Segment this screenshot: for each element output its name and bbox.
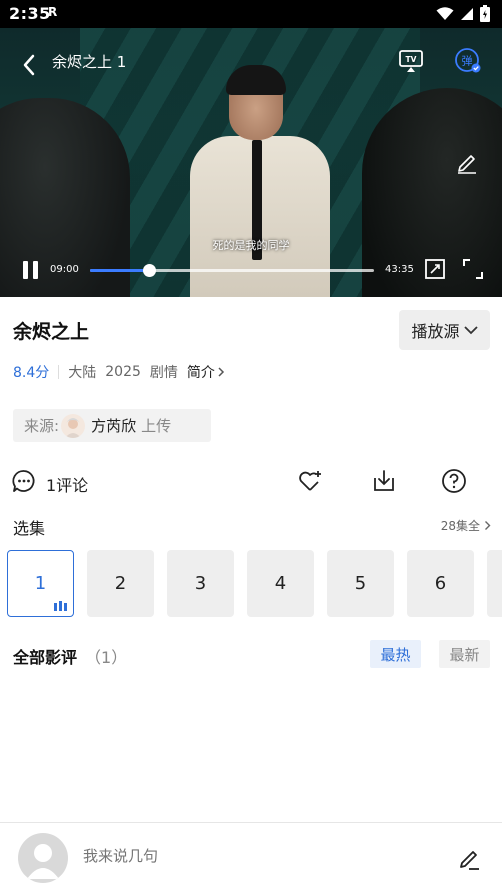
sort-new-button[interactable]: 最新 [439,640,490,668]
episode-label: 6 [434,573,447,594]
episode-label: 3 [194,573,207,594]
reviews-title-label: 全部影评 [13,648,78,667]
chevron-down-icon [463,326,478,335]
pencil-icon [458,155,476,174]
meta-divider [58,365,60,379]
chevron-right-icon [218,367,224,377]
episode-label: 4 [274,573,287,594]
status-icons [436,5,490,22]
seek-bar-progress [90,269,149,272]
favorite-button[interactable] [297,468,323,494]
help-button[interactable] [441,468,467,494]
seek-bar[interactable] [90,264,374,277]
comment-button[interactable] [12,469,36,493]
danmu-label: 弹 [462,54,473,68]
battery-icon [480,5,490,22]
danmu-edit-button[interactable] [455,150,479,174]
playback-controls: 09:00 43:35 [0,256,502,284]
reviews-count: （1） [85,648,128,667]
intro-label: 简介 [186,365,215,381]
danmu-icon: 弹 [455,48,481,73]
pip-icon [425,259,445,279]
episode-item-overflow[interactable] [487,550,502,617]
uploader-name: 方芮欣 [91,417,137,435]
show-title: 余烬之上 [13,321,90,343]
rating: 8.4分 [13,365,50,381]
episode-item[interactable]: 4 [247,550,314,617]
user-avatar[interactable] [18,833,68,883]
comment-icon [12,470,35,492]
play-source-button[interactable]: 播放源 [399,310,490,350]
region: 大陆 [68,365,97,381]
playing-indicator-icon [54,601,67,611]
video-top-bar: 余烬之上 1 TV 弹 [0,28,502,92]
default-avatar-icon [27,844,59,879]
video-title: 余烬之上 1 [52,53,127,71]
episodes-all-label: 28集全 [440,519,480,533]
pause-icon-bar [23,261,28,279]
tv-label: TV [406,55,417,64]
download-icon [374,470,394,491]
comment-count[interactable]: 1评论 [46,472,88,496]
intro-link[interactable]: 简介 [187,362,225,382]
genre: 剧情 [149,365,178,381]
compose-button[interactable] [456,845,482,871]
video-subtitle: 死的是我的同学 [212,239,290,252]
uploader-tag[interactable]: 来源: 方芮欣 上传 [13,409,211,442]
episode-item[interactable]: 3 [167,550,234,617]
cast-tv-button[interactable]: TV [398,48,424,74]
year: 2025 [105,364,141,380]
pip-button[interactable] [424,258,446,280]
download-button[interactable] [371,468,397,494]
total-time: 43:35 [385,264,414,275]
uploader-avatar [61,413,86,438]
chevron-right-icon [485,521,491,530]
help-icon [442,469,466,493]
pause-button[interactable] [22,261,40,281]
comment-input[interactable] [83,847,413,865]
comment-bar [0,822,502,892]
signal-icon [461,7,473,20]
episode-item[interactable]: 6 [407,550,474,617]
fullscreen-button[interactable] [462,258,484,280]
episodes-all-link[interactable]: 28集全 [441,517,491,534]
episode-item[interactable]: 1 [7,550,74,617]
sort-hot-button[interactable]: 最热 [370,640,421,668]
episode-label: 2 [114,573,127,594]
wifi-icon [436,6,454,20]
pencil-icon [460,851,479,870]
seek-bar-thumb[interactable] [142,264,156,277]
episode-item[interactable]: 2 [87,550,154,617]
back-button[interactable] [14,50,44,80]
tv-cast-icon: TV [399,50,423,72]
episode-label: 5 [354,573,367,594]
status-time: 2:35 [9,4,51,23]
show-meta: 8.4分 大陆 2025 剧情 简介 [13,362,225,382]
play-source-label: 播放源 [411,322,460,341]
episode-label: 1 [34,573,47,594]
reviews-title: 全部影评 （1） [13,644,127,668]
chevron-left-icon [23,54,35,76]
action-row: 1评论 [0,463,502,499]
episodes-header: 选集 [13,519,46,538]
episode-list: 1 2 3 4 5 6 [7,550,502,617]
source-label: 来源: [24,417,60,435]
video-player[interactable]: 余烬之上 1 TV 弹 死的是我的同学 09:00 43:35 [0,28,502,297]
pause-icon-bar [33,261,38,279]
r-icon: R [48,5,58,19]
episode-item[interactable]: 5 [327,550,394,617]
uploader-action: 上传 [141,417,172,435]
current-time: 09:00 [50,264,79,275]
fullscreen-icon [463,259,483,279]
status-bar: 2:35 R [0,0,502,28]
danmu-toggle-button[interactable]: 弹 [454,47,482,75]
heart-plus-icon [299,471,321,491]
